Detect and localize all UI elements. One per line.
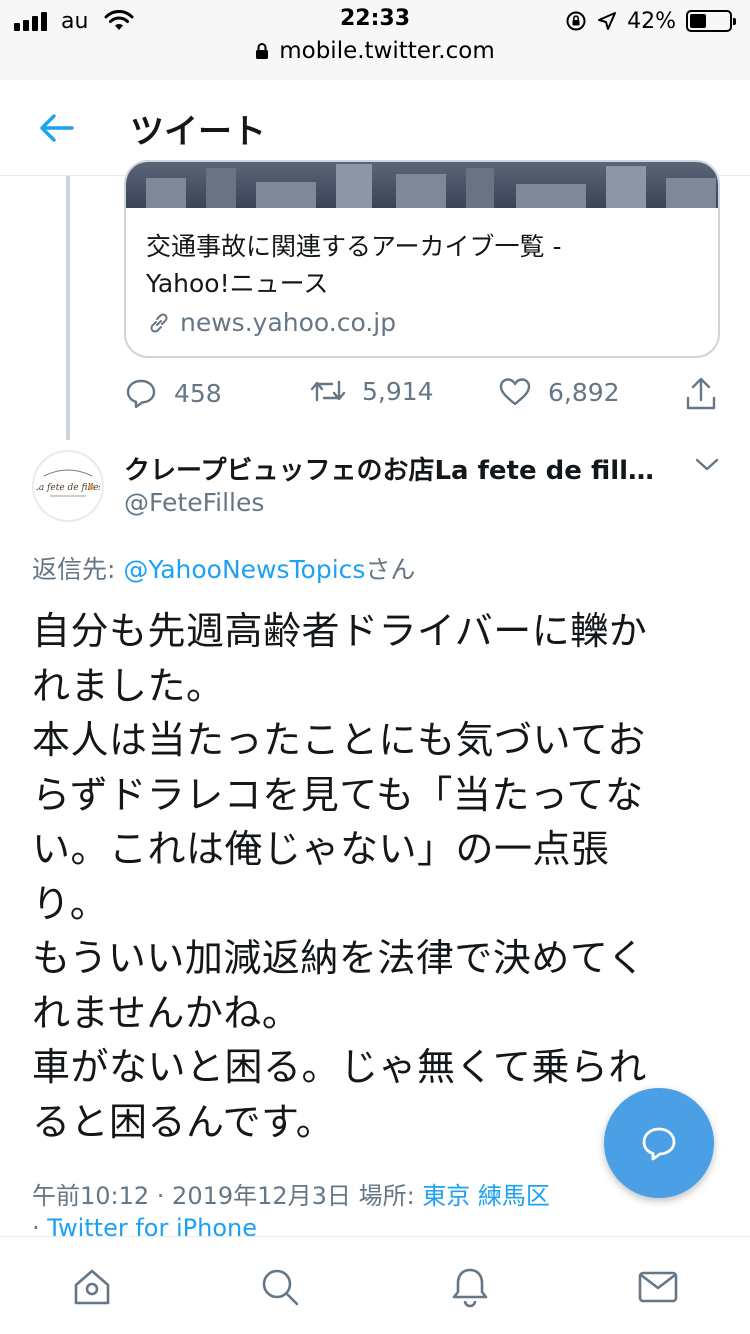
tweet-text-line: 本人は当たったことにも気づいてお — [32, 718, 646, 762]
tweet-text-line: 自分も先週高齢者ドライバーに轢か — [32, 609, 648, 653]
author-handle[interactable]: @FeteFilles — [124, 488, 264, 517]
location-icon — [598, 12, 617, 30]
tweet-timestamp: 午前10:12 · 2019年12月3日 — [32, 1182, 351, 1210]
compose-reply-icon — [642, 1127, 676, 1161]
retweet-icon — [310, 380, 346, 402]
tweet-text-line: り。 — [32, 881, 109, 926]
location-label: 場所: — [358, 1182, 423, 1210]
reply-icon — [126, 379, 156, 409]
link-card-image — [126, 162, 718, 208]
status-right: 42% — [565, 6, 736, 36]
status-bar: au 22:33 42% mobile.twitter.com — [0, 0, 750, 80]
battery-icon — [686, 10, 736, 32]
home-icon[interactable] — [70, 1265, 114, 1309]
location-link[interactable]: 東京 練馬区 — [422, 1182, 550, 1210]
reply-to-link[interactable]: @YahooNewsTopics — [123, 555, 365, 584]
reply-label: 返信先: — [32, 555, 124, 584]
retweet-action[interactable]: 5,914 — [310, 376, 434, 406]
avatar[interactable]: La fete de filles — [32, 450, 104, 522]
heart-icon — [499, 378, 531, 406]
author-name[interactable]: クレープビュッフェのお店La fete de fill… — [124, 450, 664, 487]
url-text[interactable]: mobile.twitter.com — [279, 38, 495, 64]
retweet-count: 5,914 — [362, 376, 434, 406]
arrow-left-icon[interactable] — [32, 108, 80, 148]
tweet-meta: 午前10:12 · 2019年12月3日 場所: 東京 練馬区 — [32, 1176, 550, 1211]
share-action[interactable] — [684, 376, 718, 412]
messages-icon[interactable] — [636, 1265, 680, 1309]
link-icon — [150, 312, 168, 333]
link-card[interactable]: 交通事故に関連するアーカイブ一覧 - Yahoo!ニュース news.yahoo… — [124, 160, 720, 358]
share-icon — [686, 377, 716, 410]
battery-level — [690, 14, 706, 28]
like-count: 6,892 — [548, 377, 620, 407]
battery-percent: 42% — [627, 8, 676, 34]
chevron-down-icon[interactable] — [694, 456, 720, 474]
orientation-lock-icon — [566, 11, 586, 31]
link-card-body: 交通事故に関連するアーカイブ一覧 - Yahoo!ニュース news.yahoo… — [126, 208, 718, 337]
like-action[interactable]: 6,892 — [498, 376, 620, 408]
tweet-text-line: い。これは俺じゃない」の一点張 — [32, 827, 610, 871]
reply-count: 458 — [174, 378, 222, 408]
compose-reply-button[interactable] — [604, 1088, 714, 1198]
link-card-domain: news.yahoo.co.jp — [146, 308, 698, 337]
page-title: ツイート — [130, 112, 266, 152]
tweet-text-line: もういい加減返納を法律で決めてく — [32, 936, 646, 980]
reply-context: 返信先: @YahooNewsTopicsさん — [32, 550, 415, 586]
notifications-icon[interactable] — [448, 1265, 492, 1309]
tweet-text-line: らずドラレコを見ても「当たってな — [32, 772, 644, 817]
tweet-text-line: 車がないと困る。じゃ無くて乗られ — [32, 1045, 647, 1089]
link-card-title: 交通事故に関連するアーカイブ一覧 - Yahoo!ニュース — [146, 232, 562, 298]
tweet-text-line: れました。 — [32, 663, 225, 708]
reply-suffix: さん — [365, 555, 416, 584]
lock-icon — [256, 43, 269, 59]
thread-connector — [66, 176, 70, 440]
bottom-tab-bar — [0, 1236, 750, 1334]
search-icon[interactable] — [258, 1265, 302, 1309]
address-bar[interactable]: mobile.twitter.com — [0, 38, 750, 64]
tweet-text: 自分も先週高齢者ドライバーに轢か れました。 本人は当たったことにも気づいてお … — [32, 604, 718, 1149]
reply-action[interactable]: 458 — [124, 376, 222, 410]
tweet-actions: 458 5,914 6,892 — [124, 376, 724, 416]
tweet-text-line: れませんかね。 — [32, 990, 301, 1035]
avatar-logo: La fete de filles — [36, 469, 100, 497]
